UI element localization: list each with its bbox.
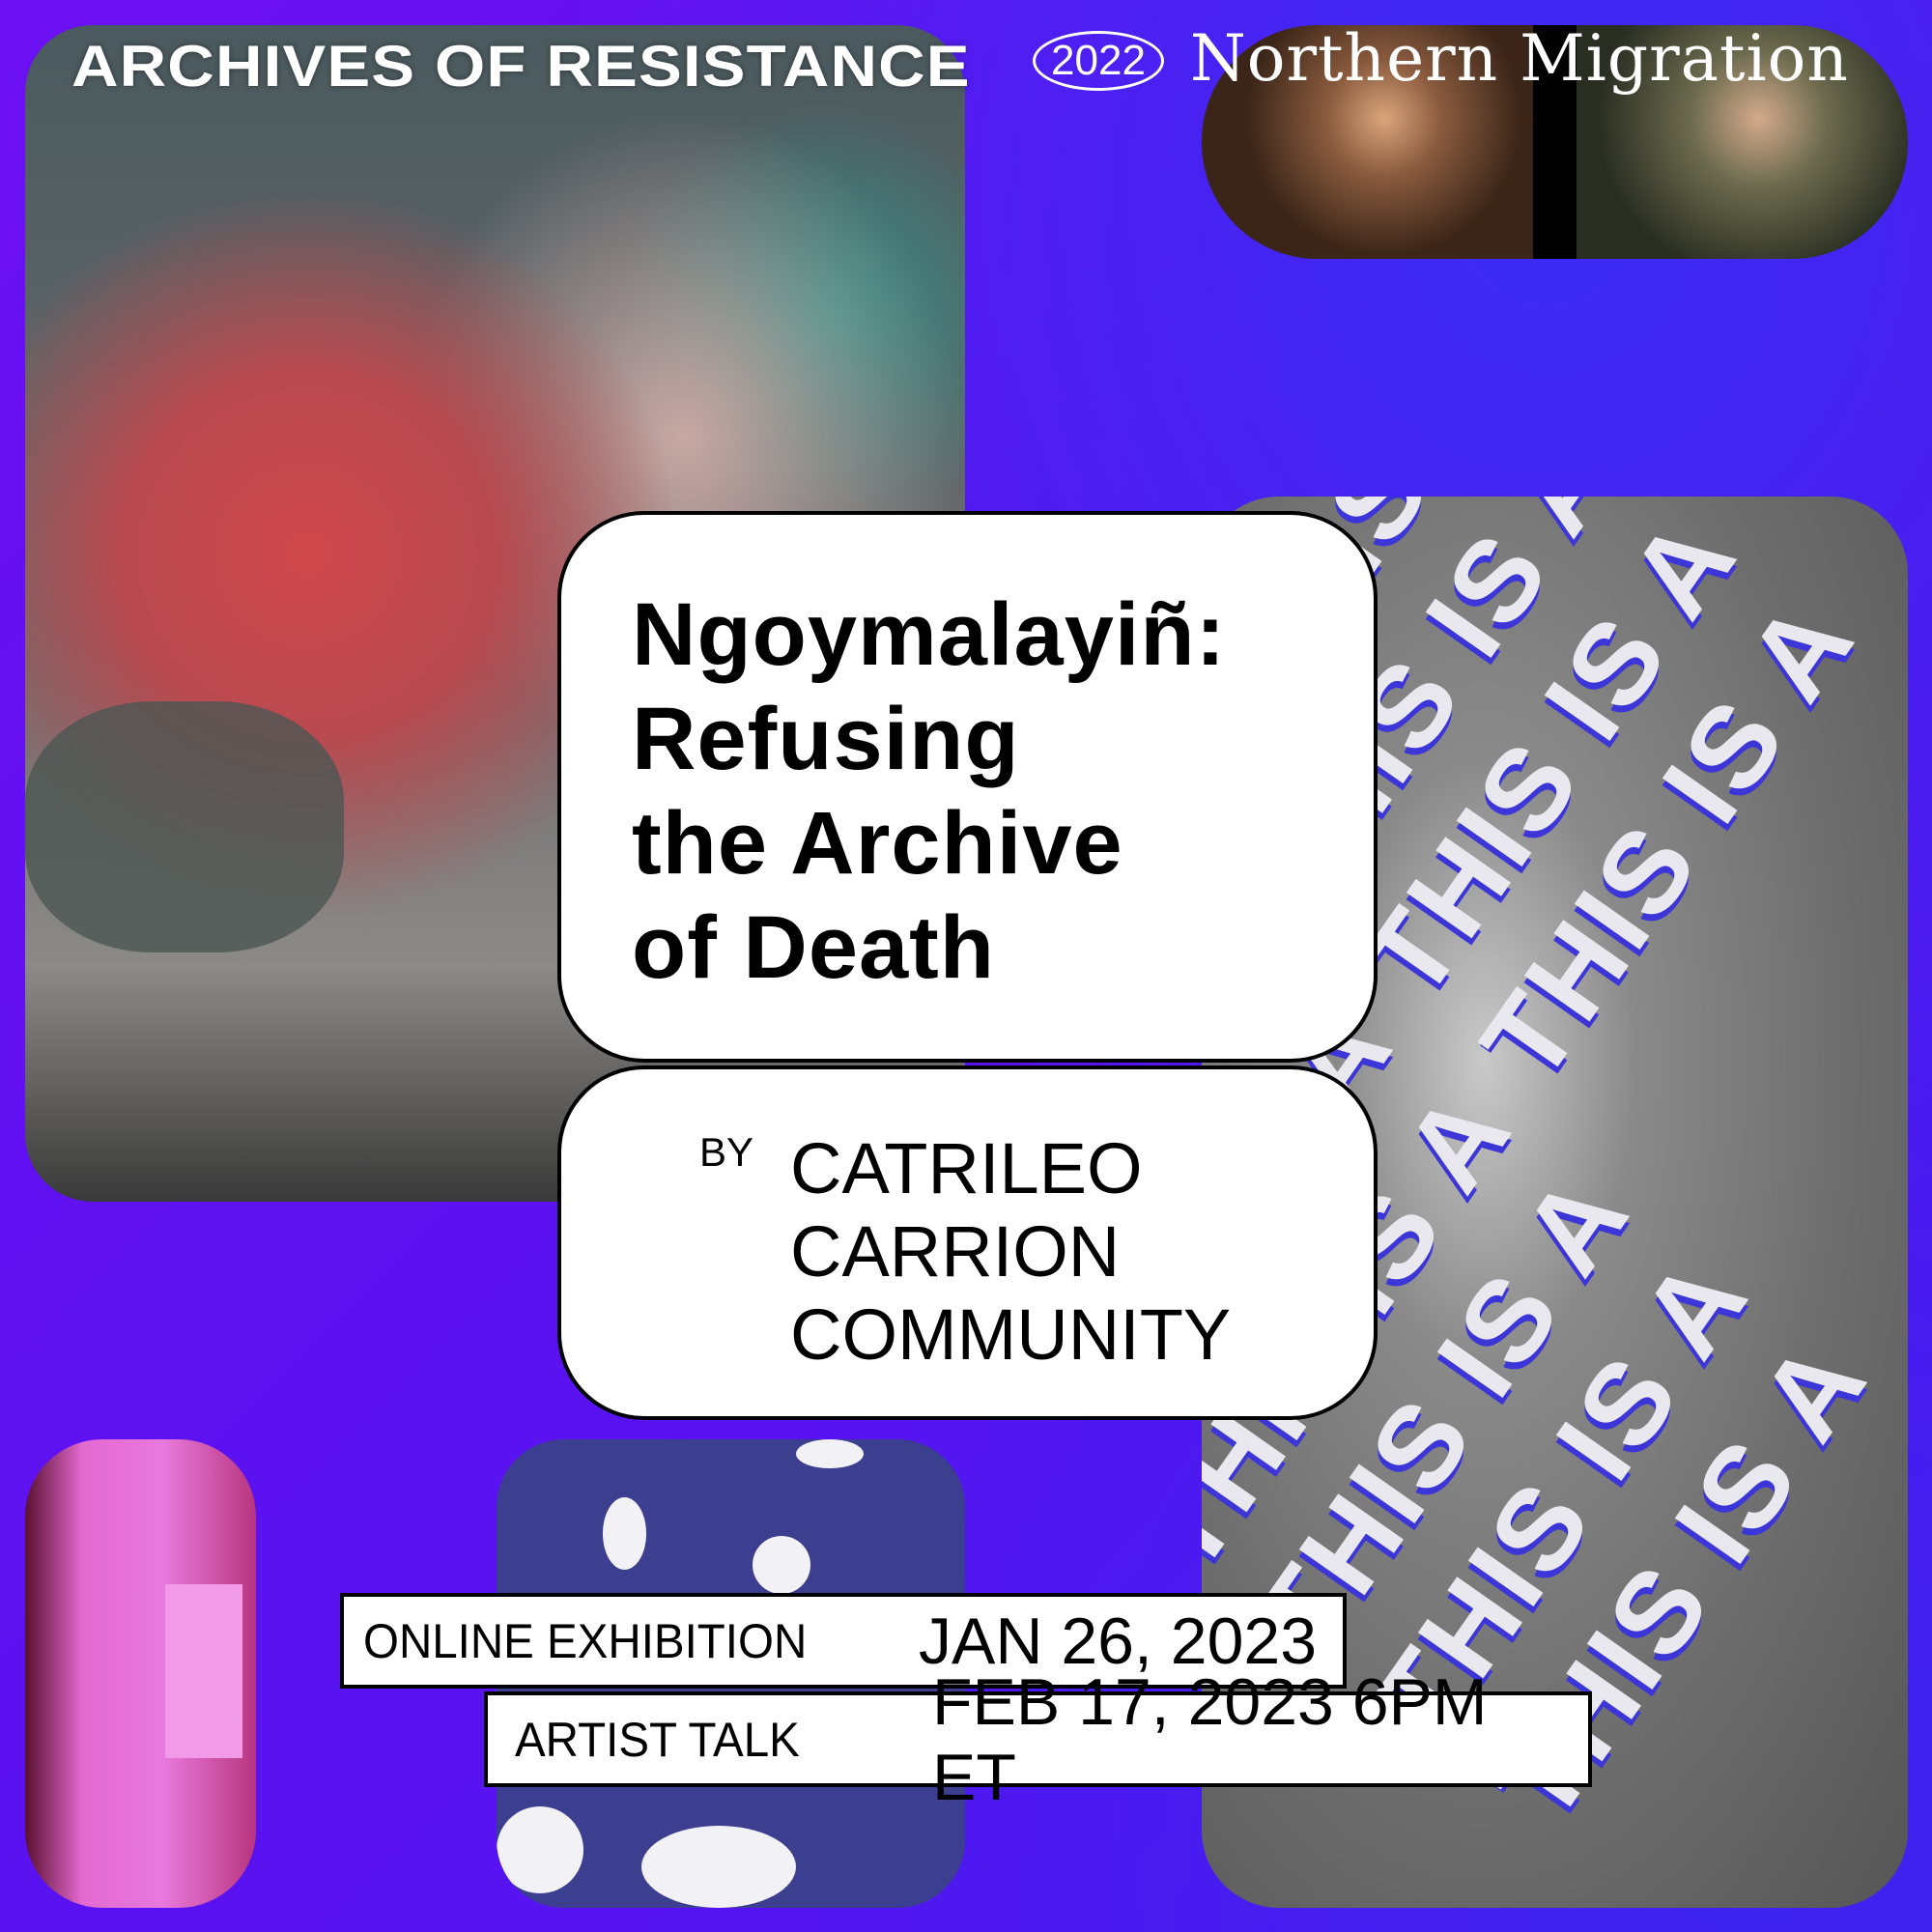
artist-line: COMMUNITY	[790, 1294, 1232, 1375]
program-title: Northern Migration	[1190, 21, 1849, 96]
title-line: Ngoymalayiñ:	[632, 585, 1227, 684]
title-line: the Archive	[632, 794, 1123, 893]
title-line: Refusing	[632, 690, 1020, 788]
artist-card: BY CATRILEO CARRION COMMUNITY	[557, 1065, 1378, 1420]
spot	[796, 1439, 864, 1468]
schedule-date: FEB 17, 2023 6PM ET	[932, 1664, 1488, 1814]
event-title: Ngoymalayiñ: Refusing the Archive of Dea…	[632, 582, 1226, 1000]
schedule-label: ARTIST TALK	[515, 1712, 800, 1767]
by-label: BY	[699, 1129, 754, 1175]
year-badge: 2022	[1033, 31, 1164, 91]
artist-line: CATRILEO	[790, 1128, 1143, 1208]
spot	[641, 1826, 796, 1908]
event-title-card: Ngoymalayiñ: Refusing the Archive of Dea…	[557, 511, 1378, 1063]
artist-name: CATRILEO CARRION COMMUNITY	[790, 1127, 1231, 1377]
spot	[603, 1497, 646, 1570]
photo-pink-abstract	[25, 1439, 256, 1908]
artist-line: CARRION	[790, 1211, 1121, 1292]
schedule-artist-talk: ARTIST TALK FEB 17, 2023 6PM ET	[484, 1665, 1592, 1814]
spot	[753, 1536, 810, 1594]
spot	[497, 1806, 583, 1893]
pink-block	[165, 1584, 242, 1758]
title-line: of Death	[632, 898, 995, 997]
tire-shape	[25, 701, 344, 952]
series-title: ARCHIVES OF RESISTANCE	[71, 34, 971, 99]
schedule-label: ONLINE EXHIBITION	[363, 1613, 808, 1668]
